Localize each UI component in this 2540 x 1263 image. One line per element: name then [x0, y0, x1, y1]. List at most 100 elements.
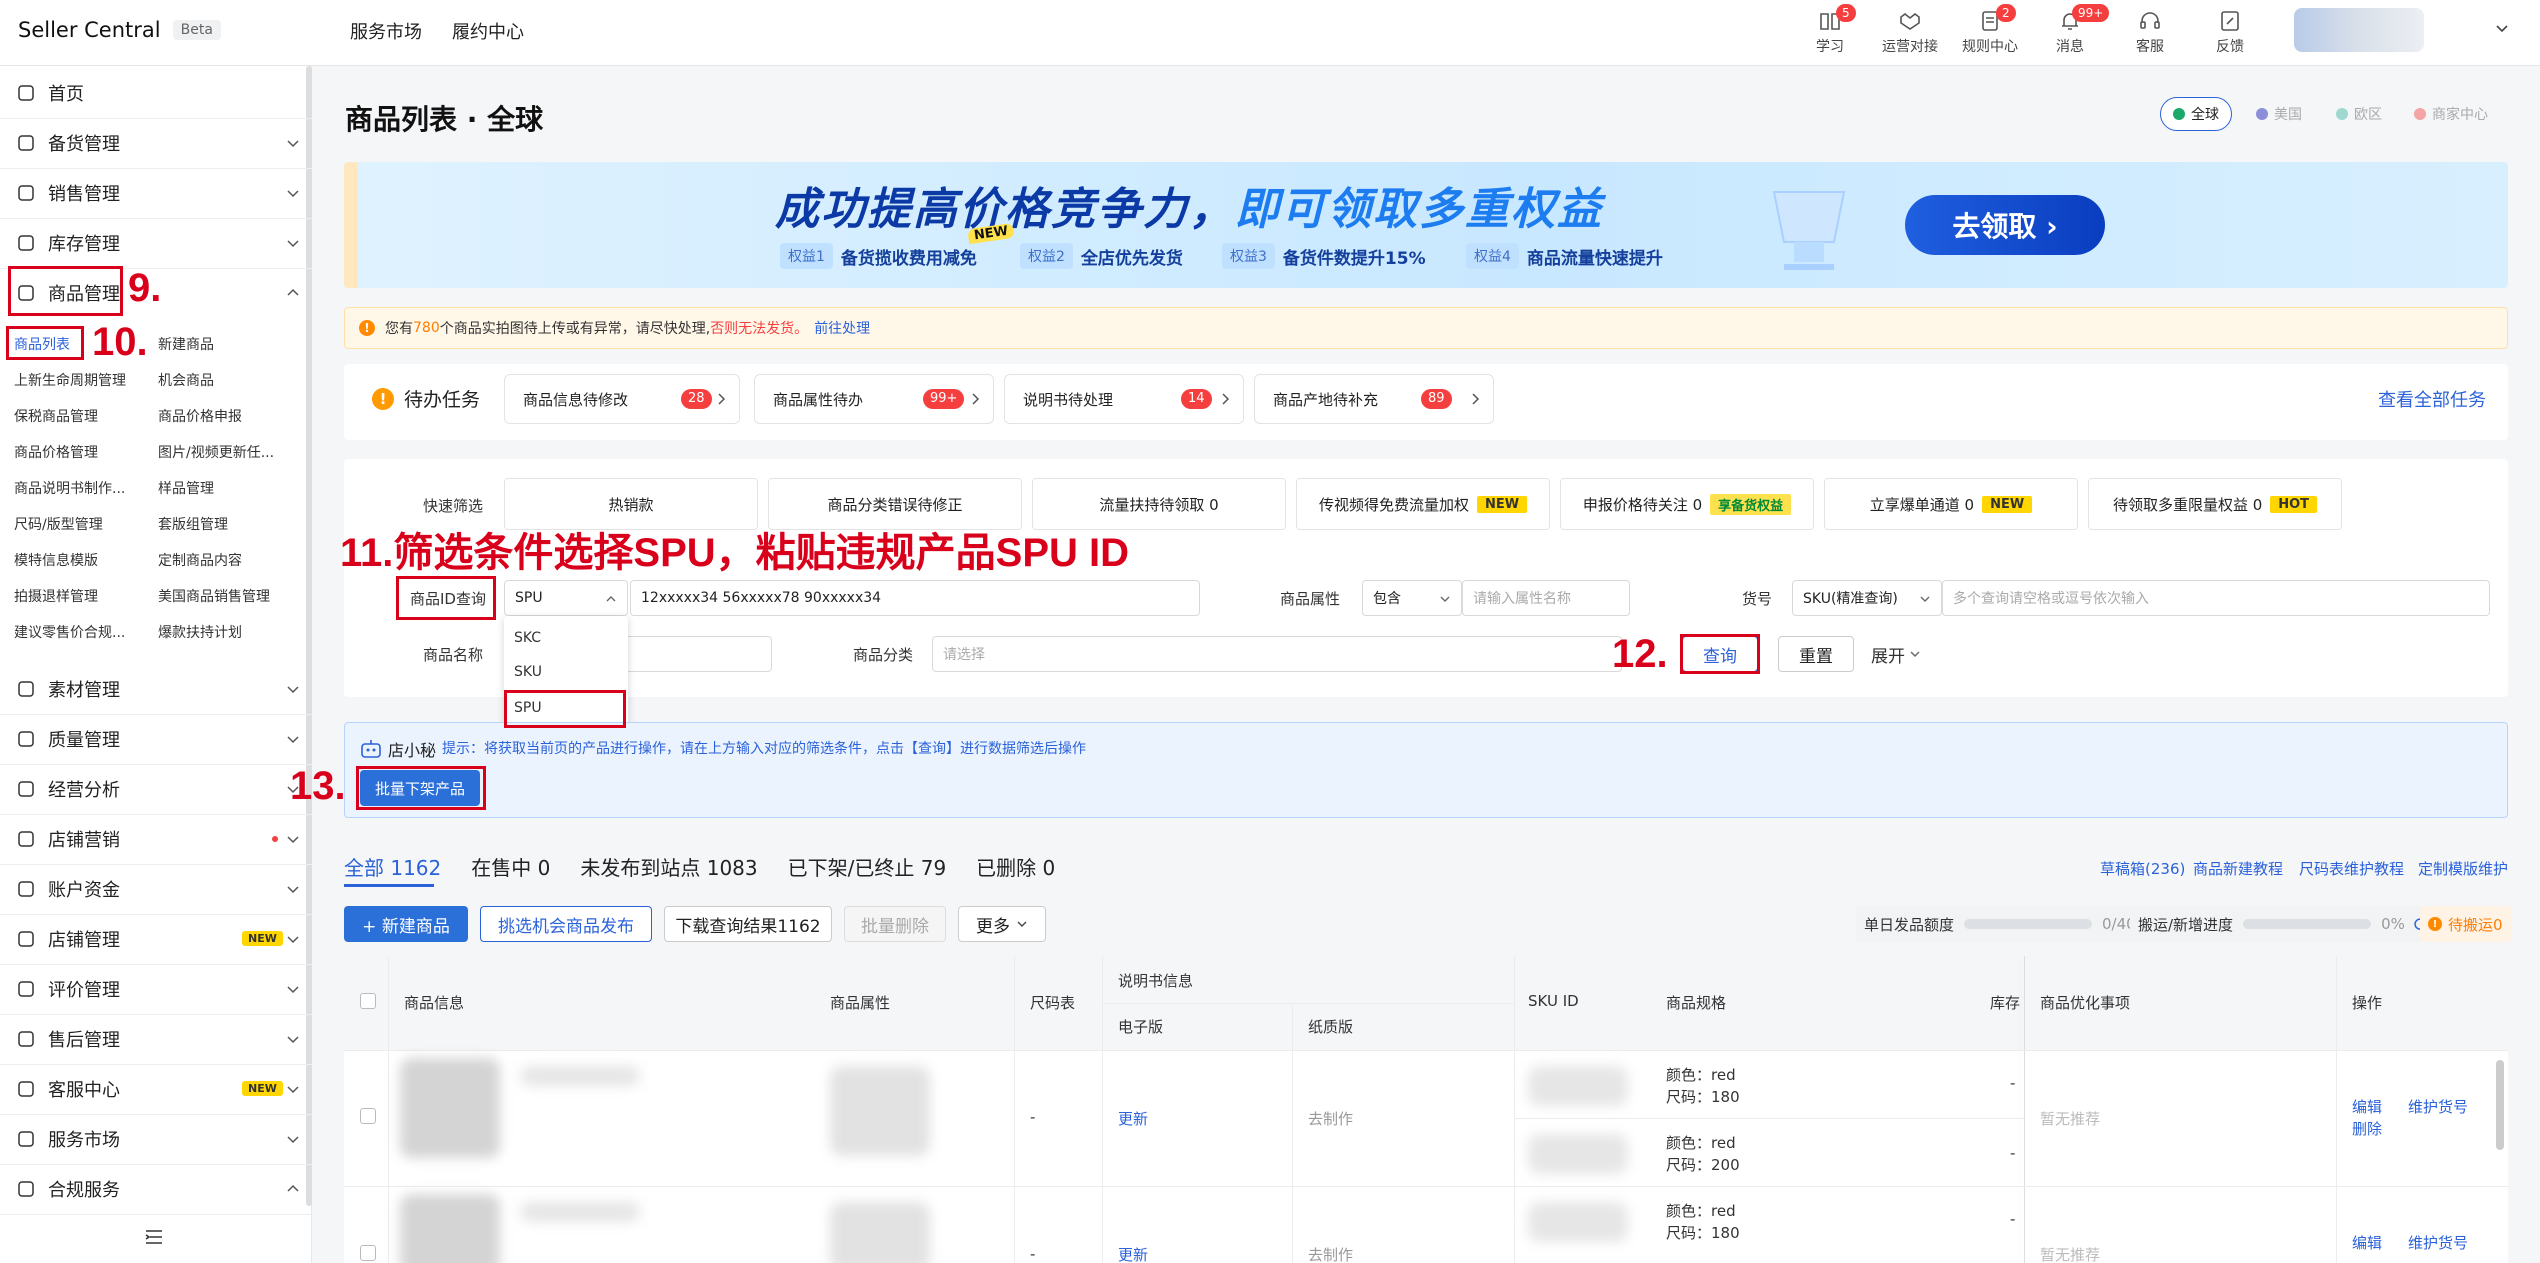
- dropdown-option-skc[interactable]: SKC: [514, 630, 541, 646]
- quick-filter-6[interactable]: 待领取多重限量权益 0 HOT: [2088, 478, 2342, 530]
- learn-button[interactable]: 5 学习: [1790, 4, 1870, 62]
- sidebar-item-quality[interactable]: 质量管理: [0, 714, 312, 764]
- pending-move-badge[interactable]: ! 待搬运0: [2420, 906, 2511, 942]
- attr-operator-select[interactable]: 包含: [1362, 580, 1462, 616]
- code-input[interactable]: 多个查询请空格或逗号依次输入: [1942, 580, 2490, 616]
- chevron-down-icon[interactable]: [2494, 20, 2510, 36]
- region-us[interactable]: 美国: [2256, 97, 2302, 131]
- row-checkbox[interactable]: [360, 1108, 376, 1124]
- sidebar-sub-right-5[interactable]: 套版组管理: [158, 514, 228, 534]
- operations-button[interactable]: 运营对接: [1870, 4, 1950, 62]
- more-button[interactable]: 更多: [958, 906, 1046, 942]
- sidebar-item-material[interactable]: 素材管理: [0, 664, 312, 714]
- sidebar-sub-right-4[interactable]: 样品管理: [158, 478, 214, 498]
- region-merchant[interactable]: 商家中心: [2414, 97, 2488, 131]
- sidebar-item-marketing[interactable]: 店铺营销: [0, 814, 312, 864]
- sidebar-item-account[interactable]: 账户资金: [0, 864, 312, 914]
- custom-template-link[interactable]: 定制模版维护: [2418, 858, 2508, 879]
- region-global[interactable]: 全球: [2160, 97, 2232, 131]
- new-product-tutorial-link[interactable]: 商品新建教程: [2193, 858, 2283, 879]
- row2-maintain-code-link[interactable]: 维护货号: [2408, 1232, 2468, 1253]
- select-all-checkbox[interactable]: [360, 993, 376, 1009]
- notice-text: 您有: [385, 321, 413, 337]
- sidebar-sub-left-1[interactable]: 上新生命周期管理: [14, 370, 126, 390]
- sidebar-item-analytics[interactable]: 经营分析: [0, 764, 312, 814]
- collapse-menu-icon[interactable]: [143, 1226, 165, 1248]
- download-results-button[interactable]: 下载查询结果1162: [664, 906, 832, 942]
- sidebar-item-service[interactable]: 客服中心 NEW: [0, 1064, 312, 1114]
- sidebar-item-stock[interactable]: 备货管理: [0, 118, 312, 168]
- sidebar-sub-left-8[interactable]: 建议零售价合规...: [14, 622, 125, 642]
- quick-filter-3[interactable]: 传视频得免费流量加权 NEW: [1296, 478, 1550, 530]
- todo-card-0[interactable]: 商品信息待修改 28: [504, 374, 740, 424]
- tab-on-sale[interactable]: 在售中 0: [471, 852, 550, 881]
- row2-paper-link[interactable]: 去制作: [1308, 1244, 1353, 1263]
- row1-edit-link[interactable]: 编辑: [2352, 1096, 2382, 1117]
- table-scrollbar[interactable]: [2496, 1060, 2504, 1150]
- todo-card-2[interactable]: 说明书待处理 14: [1004, 374, 1244, 424]
- sidebar-sub-right-1[interactable]: 机会商品: [158, 370, 214, 390]
- sidebar-item-compliance[interactable]: 合规服务: [0, 1164, 312, 1214]
- support-button[interactable]: 客服: [2110, 4, 2190, 62]
- sidebar-sub-right-0[interactable]: 新建商品: [158, 334, 214, 354]
- todo-card-3[interactable]: 商品产地待补充 89: [1254, 374, 1494, 424]
- sidebar-sub-right-2[interactable]: 商品价格申报: [158, 406, 242, 426]
- sidebar-item-home[interactable]: 首页: [0, 68, 312, 118]
- view-all-tasks-link[interactable]: 查看全部任务: [2378, 386, 2486, 412]
- sidebar-sub-right-8[interactable]: 爆款扶持计划: [158, 622, 242, 642]
- sidebar-item-sales[interactable]: 销售管理: [0, 168, 312, 218]
- size-chart-tutorial-link[interactable]: 尺码表维护教程: [2299, 858, 2404, 879]
- tab-delisted[interactable]: 已下架/已终止 79: [788, 852, 947, 881]
- dropdown-option-sku[interactable]: SKU: [514, 664, 542, 680]
- attr-input[interactable]: 请输入属性名称: [1462, 580, 1630, 616]
- notice-link[interactable]: 前往处理: [814, 318, 870, 338]
- region-eu[interactable]: 欧区: [2336, 97, 2382, 131]
- sidebar-item-inventory[interactable]: 库存管理: [0, 218, 312, 268]
- avatar[interactable]: [2294, 8, 2424, 52]
- id-type-select[interactable]: SPU: [504, 580, 628, 616]
- sidebar-item-aftersale[interactable]: 售后管理: [0, 1014, 312, 1064]
- sidebar-item-label: 账户资金: [48, 880, 120, 901]
- sidebar-item-store[interactable]: 店铺管理 NEW: [0, 914, 312, 964]
- sidebar-sub-left-4[interactable]: 商品说明书制作...: [14, 478, 125, 498]
- category-select[interactable]: 请选择: [932, 636, 1622, 672]
- tab-deleted[interactable]: 已删除 0: [976, 852, 1055, 881]
- row1-paper-link[interactable]: 去制作: [1308, 1108, 1353, 1129]
- code-type-select[interactable]: SKU(精准查询): [1792, 580, 1942, 616]
- sidebar-sub-left-6[interactable]: 模特信息模版: [14, 550, 98, 570]
- todo-card-1[interactable]: 商品属性待办 99+: [754, 374, 994, 424]
- expand-button[interactable]: 展开: [1866, 636, 1926, 672]
- id-query-input[interactable]: 12xxxxx34 56xxxxx78 90xxxxx34: [630, 580, 1200, 616]
- bulk-delete-button[interactable]: 批量删除: [844, 906, 946, 942]
- sidebar-item-market[interactable]: 服务市场: [0, 1114, 312, 1164]
- sidebar-sub-right-6[interactable]: 定制商品内容: [158, 550, 242, 570]
- sidebar-sub-left-5[interactable]: 尺码/版型管理: [14, 514, 103, 534]
- reset-button[interactable]: 重置: [1778, 636, 1854, 672]
- top-nav-service-market[interactable]: 服务市场: [350, 18, 422, 44]
- claim-button[interactable]: 去领取 ›: [1905, 195, 2105, 255]
- quick-filter-5[interactable]: 立享爆单通道 0 NEW: [1824, 478, 2078, 530]
- brand[interactable]: Seller Central Beta: [18, 18, 221, 42]
- sidebar-sub-right-7[interactable]: 美国商品销售管理: [158, 586, 270, 606]
- row-checkbox[interactable]: [360, 1245, 376, 1261]
- messages-button[interactable]: 99+ 消息: [2030, 4, 2110, 62]
- tab-unpublished[interactable]: 未发布到站点 1083: [580, 852, 757, 881]
- feedback-button[interactable]: 反馈: [2190, 4, 2270, 62]
- sidebar-sub-right-3[interactable]: 图片/视频更新任...: [158, 442, 274, 462]
- top-nav-fulfillment[interactable]: 履约中心: [452, 18, 524, 44]
- row2-ebook-link[interactable]: 更新: [1118, 1244, 1148, 1263]
- pick-opportunity-button[interactable]: 挑选机会商品发布: [480, 906, 652, 942]
- sidebar-sub-left-7[interactable]: 拍摄退样管理: [14, 586, 98, 606]
- sidebar-item-review[interactable]: 评价管理: [0, 964, 312, 1014]
- row1-maintain-code-link[interactable]: 维护货号: [2408, 1096, 2468, 1117]
- quick-filter-4[interactable]: 申报价格待关注 0 享备货权益: [1560, 478, 1814, 530]
- new-product-button[interactable]: + 新建商品: [344, 906, 468, 942]
- sidebar-sub-left-3[interactable]: 商品价格管理: [14, 442, 98, 462]
- row2-edit-link[interactable]: 编辑: [2352, 1232, 2382, 1253]
- rules-button[interactable]: 2 规则中心: [1950, 4, 2030, 62]
- tab-all[interactable]: 全部 1162: [344, 852, 441, 881]
- sidebar-sub-left-2[interactable]: 保税商品管理: [14, 406, 98, 426]
- row1-delete-link[interactable]: 删除: [2352, 1118, 2382, 1139]
- row1-ebook-link[interactable]: 更新: [1118, 1108, 1148, 1129]
- drafts-link[interactable]: 草稿箱(236): [2100, 858, 2185, 879]
